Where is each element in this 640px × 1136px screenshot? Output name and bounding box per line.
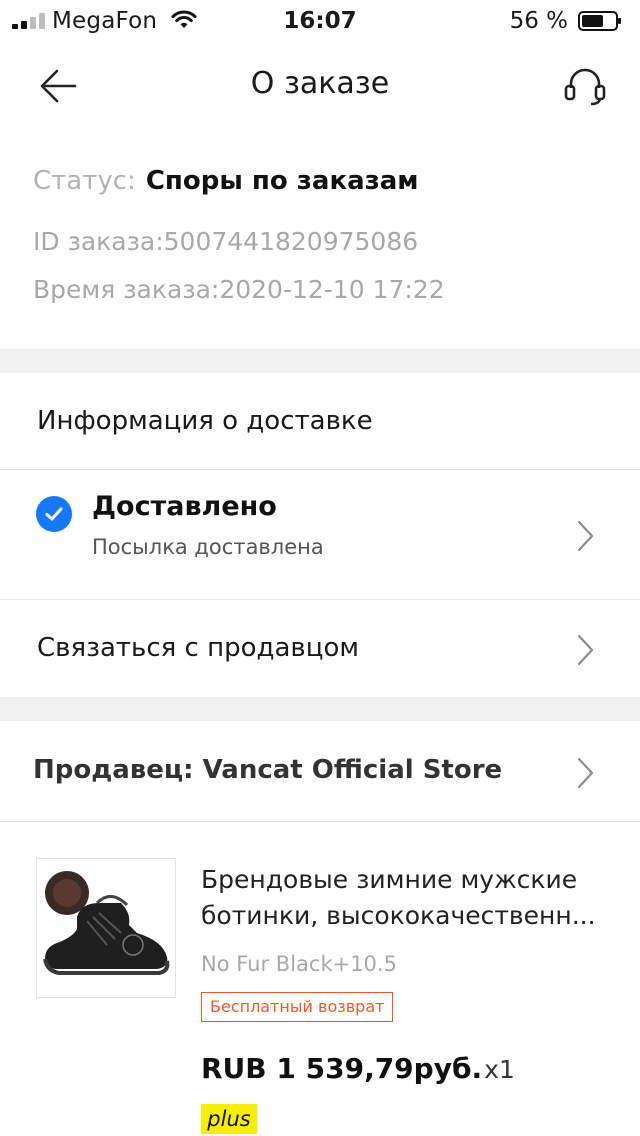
- battery-icon: [578, 11, 621, 31]
- product-thumbnail[interactable]: [36, 858, 176, 998]
- status-bar: MegaFon 16:07 56 %: [0, 0, 640, 42]
- seller-name: Продавец: Vancat Official Store: [33, 755, 503, 785]
- divider: [0, 599, 640, 600]
- delivery-status-row[interactable]: Доставлено Посылка доставлена: [0, 471, 640, 599]
- order-status-row: Статус: Споры по заказам: [33, 150, 613, 212]
- seller-row[interactable]: Продавец: Vancat Official Store: [0, 722, 640, 820]
- chevron-right-icon: [577, 757, 594, 789]
- plus-badge: plus: [201, 1104, 257, 1134]
- boot-image: [43, 871, 170, 975]
- section-divider: [0, 697, 640, 721]
- check-circle-icon: [36, 496, 72, 532]
- product-title-line-1: Брендовые зимние мужские: [201, 865, 578, 894]
- status-label: Статус:: [33, 166, 136, 196]
- page-title: О заказе: [250, 66, 390, 101]
- free-return-badge: Бесплатный возврат: [201, 992, 394, 1022]
- section-divider: [0, 349, 640, 373]
- contact-seller-row[interactable]: Связаться с продавцом: [0, 601, 640, 697]
- support-button[interactable]: [558, 62, 612, 110]
- divider: [0, 821, 640, 822]
- headset-icon: [564, 68, 606, 106]
- chevron-right-icon: [577, 634, 594, 666]
- product-title[interactable]: Брендовые зимние мужские ботинки, высоко…: [201, 862, 611, 934]
- product-variant: No Fur Black+10.5: [201, 952, 397, 976]
- order-id: ID заказа:5007441820975086: [33, 227, 419, 256]
- delivery-status-subtitle: Посылка доставлена: [92, 535, 324, 559]
- status-value: Споры по заказам: [145, 166, 419, 196]
- divider: [0, 469, 640, 470]
- product-title-line-2: ботинки, высококачественн...: [201, 901, 596, 930]
- delivery-status-title: Доставлено: [92, 491, 277, 522]
- order-time: Время заказа:2020-12-10 17:22: [33, 275, 445, 304]
- battery-percent: 56 %: [509, 8, 568, 34]
- chevron-right-icon: [577, 520, 594, 552]
- product-price: RUB 1 539,79руб.x1: [201, 1052, 515, 1085]
- order-info: Статус: Споры по заказам ID заказа:500744…: [33, 150, 613, 314]
- price-value: RUB 1 539,79руб.: [201, 1052, 483, 1085]
- product-item[interactable]: Брендовые зимние мужские ботинки, высоко…: [0, 858, 640, 1136]
- contact-seller-label: Связаться с продавцом: [37, 633, 359, 663]
- product-quantity: x1: [484, 1055, 515, 1084]
- navigation-bar: О заказе: [0, 44, 640, 128]
- delivery-section-title: Информация о доставке: [37, 406, 373, 436]
